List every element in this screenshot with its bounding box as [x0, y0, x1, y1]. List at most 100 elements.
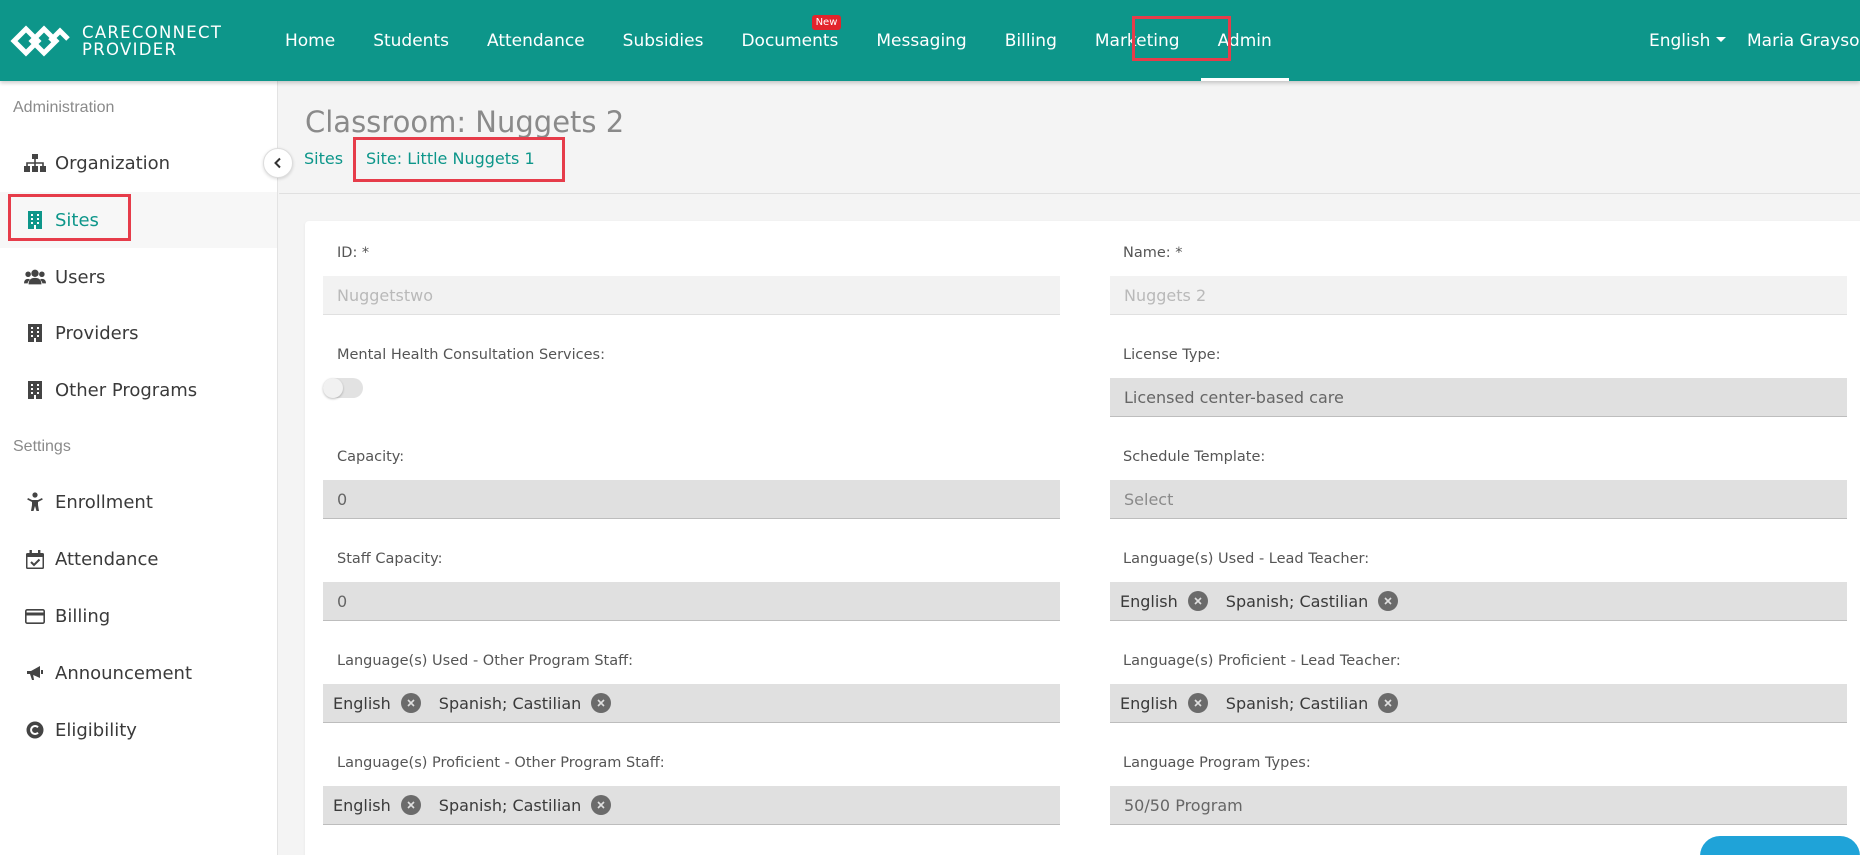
nav-marketing[interactable]: Marketing	[1076, 0, 1199, 81]
nav-label: Home	[285, 30, 336, 51]
building-icon	[24, 322, 46, 344]
schedule-template-label: Schedule Template:	[1123, 449, 1266, 465]
chevron-left-icon	[274, 157, 281, 169]
sidebar-item-announcement[interactable]: Announcement	[0, 645, 277, 701]
nav-students[interactable]: Students	[354, 0, 468, 81]
nav-subsidies[interactable]: Subsidies	[604, 0, 723, 81]
page-header: Classroom: Nuggets 2 Sites Site: Little …	[279, 81, 1860, 194]
nav-billing[interactable]: Billing	[986, 0, 1076, 81]
chip: English	[1120, 693, 1208, 713]
brand-logo[interactable]: CARECONNECT PROVIDER	[10, 22, 222, 60]
help-chat-button[interactable]	[1700, 836, 1860, 855]
program-types-select[interactable]: 50/50 Program	[1110, 786, 1847, 825]
lang-prof-other-select[interactable]: English Spanish; Castilian	[323, 786, 1060, 825]
sidebar-item-label: Enrollment	[55, 491, 153, 513]
sidebar-item-organization[interactable]: Organization	[0, 135, 277, 191]
nav-messaging[interactable]: Messaging	[857, 0, 985, 81]
mental-health-toggle[interactable]	[323, 378, 363, 398]
nav-home[interactable]: Home	[266, 0, 354, 81]
remove-chip-icon[interactable]	[1378, 693, 1399, 713]
chip-label: Spanish; Castilian	[438, 795, 582, 815]
nav-label: Messaging	[876, 30, 967, 51]
chip-label: Spanish; Castilian	[1225, 693, 1369, 713]
sidebar: Administration Organization Sites Users …	[0, 81, 278, 855]
remove-chip-icon[interactable]	[400, 795, 421, 815]
staff-capacity-input[interactable]: 0	[323, 582, 1060, 621]
staff-capacity-value: 0	[337, 591, 348, 611]
chip: English	[1120, 591, 1208, 611]
language-dropdown[interactable]: English	[1649, 0, 1727, 81]
sidebar-item-enrollment[interactable]: Enrollment	[0, 474, 277, 530]
nav-label: Students	[373, 30, 449, 51]
lang-prof-lead-label: Language(s) Proficient - Lead Teacher:	[1123, 653, 1401, 669]
remove-chip-icon[interactable]	[400, 693, 421, 713]
nav-label: Admin	[1217, 30, 1272, 51]
nav-label: Documents	[741, 30, 839, 51]
sidebar-section-administration: Administration	[13, 99, 115, 116]
user-name: Maria Grayson	[1747, 30, 1860, 51]
nav-label: Attendance	[486, 30, 585, 51]
nav-admin[interactable]: Admin	[1199, 0, 1291, 81]
name-field: Nuggets 2	[1110, 276, 1847, 315]
sidebar-item-other-programs[interactable]: Other Programs	[0, 362, 277, 418]
sidebar-item-sites[interactable]: Sites	[0, 192, 277, 248]
nav-label: Subsidies	[622, 30, 704, 51]
chip: English	[333, 693, 421, 713]
building-icon	[24, 209, 46, 231]
sidebar-item-eligibility[interactable]: Eligibility	[0, 702, 277, 758]
sidebar-item-label: Sites	[55, 209, 99, 231]
credit-card-icon	[24, 605, 46, 627]
brand-line-1: CARECONNECT	[82, 23, 223, 42]
sidebar-item-users[interactable]: Users	[0, 249, 277, 305]
careconnect-logo-icon	[10, 25, 70, 57]
id-value: Nuggetstwo	[337, 285, 434, 305]
lang-used-other-select[interactable]: English Spanish; Castilian	[323, 684, 1060, 723]
program-types-value: 50/50 Program	[1124, 795, 1243, 815]
chip-label: English	[1120, 693, 1178, 713]
remove-chip-icon[interactable]	[591, 693, 612, 713]
sidebar-item-label: Providers	[55, 322, 139, 344]
remove-chip-icon[interactable]	[1187, 591, 1208, 611]
chip: Spanish; Castilian	[439, 795, 612, 815]
capacity-value: 0	[337, 489, 348, 509]
remove-chip-icon[interactable]	[1378, 591, 1399, 611]
id-field: Nuggetstwo	[323, 276, 1060, 315]
breadcrumb-site[interactable]: Site: Little Nuggets 1	[366, 149, 535, 168]
calendar-check-icon	[24, 548, 46, 570]
nav-label: Billing	[1004, 30, 1057, 51]
license-type-label: License Type:	[1123, 347, 1221, 363]
mental-health-label: Mental Health Consultation Services:	[337, 347, 605, 363]
schedule-template-select[interactable]: Select	[1110, 480, 1847, 519]
child-icon	[24, 491, 46, 513]
nav-attendance[interactable]: Attendance	[468, 0, 604, 81]
license-type-value: Licensed center-based care	[1124, 387, 1344, 407]
capacity-input[interactable]: 0	[323, 480, 1060, 519]
id-label: ID: *	[337, 245, 370, 261]
sidebar-section-settings: Settings	[13, 438, 71, 455]
sidebar-item-label: Attendance	[55, 548, 159, 570]
chip: Spanish; Castilian	[1226, 591, 1399, 611]
remove-chip-icon[interactable]	[1187, 693, 1208, 713]
staff-capacity-label: Staff Capacity:	[337, 551, 443, 567]
nav-documents[interactable]: Documents New	[722, 0, 857, 81]
user-menu[interactable]: Maria Grayson	[1747, 0, 1860, 81]
caret-down-icon	[1716, 37, 1727, 42]
program-types-label: Language Program Types:	[1123, 755, 1311, 771]
sidebar-item-providers[interactable]: Providers	[0, 305, 277, 361]
new-badge: New	[811, 15, 842, 30]
lang-used-other-label: Language(s) Used - Other Program Staff:	[337, 653, 633, 669]
sidebar-collapse-button[interactable]	[263, 148, 293, 178]
remove-chip-icon[interactable]	[591, 795, 612, 815]
lang-used-lead-select[interactable]: English Spanish; Castilian	[1110, 582, 1847, 621]
sitemap-icon	[24, 152, 46, 174]
license-type-select[interactable]: Licensed center-based care	[1110, 378, 1847, 417]
lang-prof-lead-select[interactable]: English Spanish; Castilian	[1110, 684, 1847, 723]
breadcrumb-sites[interactable]: Sites	[304, 149, 343, 168]
sidebar-item-attendance[interactable]: Attendance	[0, 531, 277, 587]
page-title: Classroom: Nuggets 2	[305, 105, 625, 139]
lang-used-lead-label: Language(s) Used - Lead Teacher:	[1123, 551, 1370, 567]
name-label: Name: *	[1123, 245, 1183, 261]
sidebar-item-billing[interactable]: Billing	[0, 588, 277, 644]
chip-label: English	[333, 795, 391, 815]
sidebar-item-label: Organization	[55, 152, 171, 174]
